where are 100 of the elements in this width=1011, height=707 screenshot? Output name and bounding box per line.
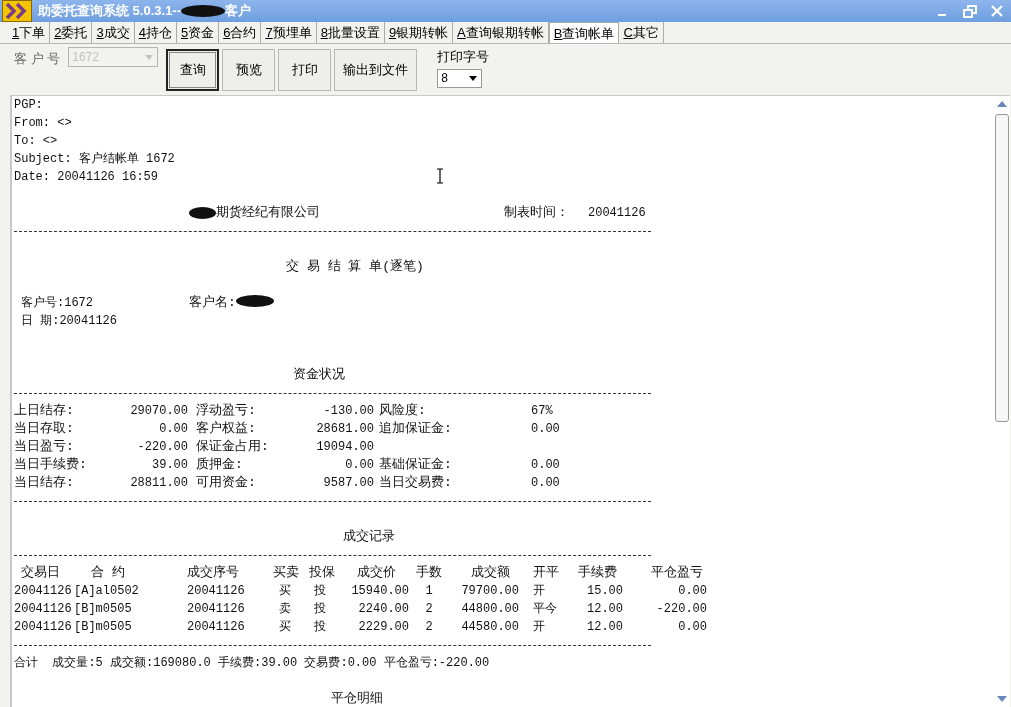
fund-label: 当日存取:	[14, 420, 75, 438]
table-cell-text: 0.00	[677, 583, 707, 600]
made-time: 20041126	[588, 205, 646, 222]
fund-label: 可用资金:	[196, 474, 257, 492]
table-cell-text: 投	[313, 601, 327, 618]
table-cell-text: 投	[313, 583, 327, 600]
redaction-mark	[235, 294, 274, 308]
section-title: 资金状况	[293, 367, 345, 382]
app-logo-icon	[2, 0, 32, 22]
table-cell-text: 1	[424, 583, 434, 600]
total-line: 合计 成交量:5 成交额:169080.0 手续费:39.00 交易费:0.00 平仓盈亏:-220.00	[14, 656, 490, 670]
toolbar-button[interactable]: 输出到文件	[334, 49, 418, 91]
caret-icon	[145, 54, 154, 60]
fund-value: 28681.00	[315, 421, 374, 438]
text-cursor-icon	[436, 168, 444, 184]
table-cell-text: 44580.00	[460, 619, 520, 636]
scroll-up-icon[interactable]	[997, 100, 1007, 108]
fund-label: 当日手续费:	[14, 456, 88, 474]
toolbar-button[interactable]: 预览	[222, 49, 276, 91]
table-cell-text: 2	[424, 601, 434, 618]
column-header: 手数	[415, 564, 443, 582]
restore-icon[interactable]	[963, 4, 977, 18]
section-title: 平仓明细	[331, 691, 383, 706]
fund-label: 浮动盈亏:	[196, 402, 257, 420]
table-cell-text: 12.00	[586, 601, 623, 618]
fund-value: 0.00	[344, 457, 374, 474]
toolbar-button[interactable]: 打印	[278, 49, 332, 91]
table-cell-text: 20041126	[14, 583, 73, 600]
header-line: Subject: 客户结帐单 1672	[14, 151, 175, 168]
column-header: 投保	[309, 564, 336, 582]
table-cell-text: 买	[278, 619, 292, 636]
close-icon[interactable]	[991, 5, 1003, 17]
report-title: 交 易 结 算 单(逐笔)	[286, 259, 424, 274]
fund-label: 风险度:	[379, 402, 427, 420]
column-header: 成交序号	[187, 564, 240, 582]
table-cell-text: 0.00	[677, 619, 707, 636]
font-size-label: 打印字号	[437, 48, 490, 66]
column-header: 买卖	[273, 564, 300, 582]
tab[interactable]: B查询帐单	[548, 22, 620, 43]
fund-label: 当日盈亏:	[14, 438, 75, 456]
company-name: 期货经纪有限公司	[216, 204, 320, 222]
fund-value: -220.00	[136, 439, 188, 456]
header-line: PGP:	[14, 97, 43, 114]
table-cell-text: 79700.00	[460, 583, 520, 600]
fund-value: 28811.00	[129, 475, 188, 492]
fund-label: 当日交易费:	[379, 474, 453, 492]
section-title: 成交记录	[343, 529, 395, 544]
fund-label: 追加保证金:	[379, 420, 453, 438]
fund-value: -130.00	[322, 403, 374, 420]
caret-icon	[469, 75, 478, 81]
table-cell-text: -220.00	[655, 601, 707, 618]
header-line: To: <>	[14, 133, 58, 150]
redaction-mark	[181, 4, 226, 18]
table-cell-text: 20041126	[187, 601, 246, 618]
table-cell-text: 开	[532, 583, 546, 600]
made-time-label: 制表时间：	[504, 204, 570, 222]
table-cell-text: 平今	[532, 601, 558, 618]
fund-value: 29070.00	[129, 403, 188, 420]
fund-value: 67%	[531, 403, 553, 420]
window-title-suffix: 客户	[225, 2, 252, 21]
table-cell-text: 15.00	[586, 583, 623, 600]
statement-date: 日 期:20041126	[21, 314, 117, 328]
column-header: 手续费	[576, 564, 618, 582]
column-header: 合 约	[90, 564, 126, 582]
header-line: From: <>	[14, 115, 72, 132]
header-line: Date: 20041126 16:59	[14, 169, 159, 186]
fund-label: 质押金:	[196, 456, 244, 474]
column-header: 成交额	[469, 564, 511, 582]
column-header: 成交价	[355, 564, 397, 582]
table-cell-text: 2229.00	[357, 619, 409, 636]
fund-value: 0.00	[158, 421, 188, 438]
fund-label: 上日结存:	[14, 402, 75, 420]
column-header: 开平	[532, 564, 560, 582]
fund-value: 0.00	[531, 457, 560, 474]
table-cell-text: 开	[532, 619, 546, 636]
table-cell-text: 44800.00	[460, 601, 520, 618]
customer-name-label: 客户名:	[189, 294, 236, 312]
redaction-mark	[189, 206, 216, 220]
column-header: 交易日	[20, 564, 61, 582]
table-cell-text: 2240.00	[357, 601, 409, 618]
table-cell-text: 20041126	[187, 619, 246, 636]
customer-label: 客 户 号	[14, 50, 61, 68]
table-cell-text: 15940.00	[350, 583, 409, 600]
fund-value: 0.00	[531, 421, 560, 438]
fund-value: 19094.00	[315, 439, 374, 456]
fund-value: 39.00	[151, 457, 188, 474]
table-cell-text: 2	[424, 619, 434, 636]
fund-label: 保证金占用:	[196, 438, 270, 456]
table-cell-text: 20041126	[14, 619, 73, 636]
table-cell-text: 20041126	[187, 583, 246, 600]
toolbar-button[interactable]: 查询	[166, 49, 220, 91]
table-cell-text: 投	[313, 619, 327, 636]
scroll-thumb[interactable]	[995, 114, 1009, 422]
fund-value: 9587.00	[322, 475, 374, 492]
scroll-down-icon[interactable]	[997, 695, 1007, 703]
table-cell-text: [A]al0502	[74, 583, 140, 600]
font-size-combo[interactable]: 8	[437, 68, 483, 88]
table-cell-text: 12.00	[586, 619, 623, 636]
fund-value: 0.00	[531, 475, 560, 492]
customer-number: 客户号:1672	[21, 295, 94, 312]
